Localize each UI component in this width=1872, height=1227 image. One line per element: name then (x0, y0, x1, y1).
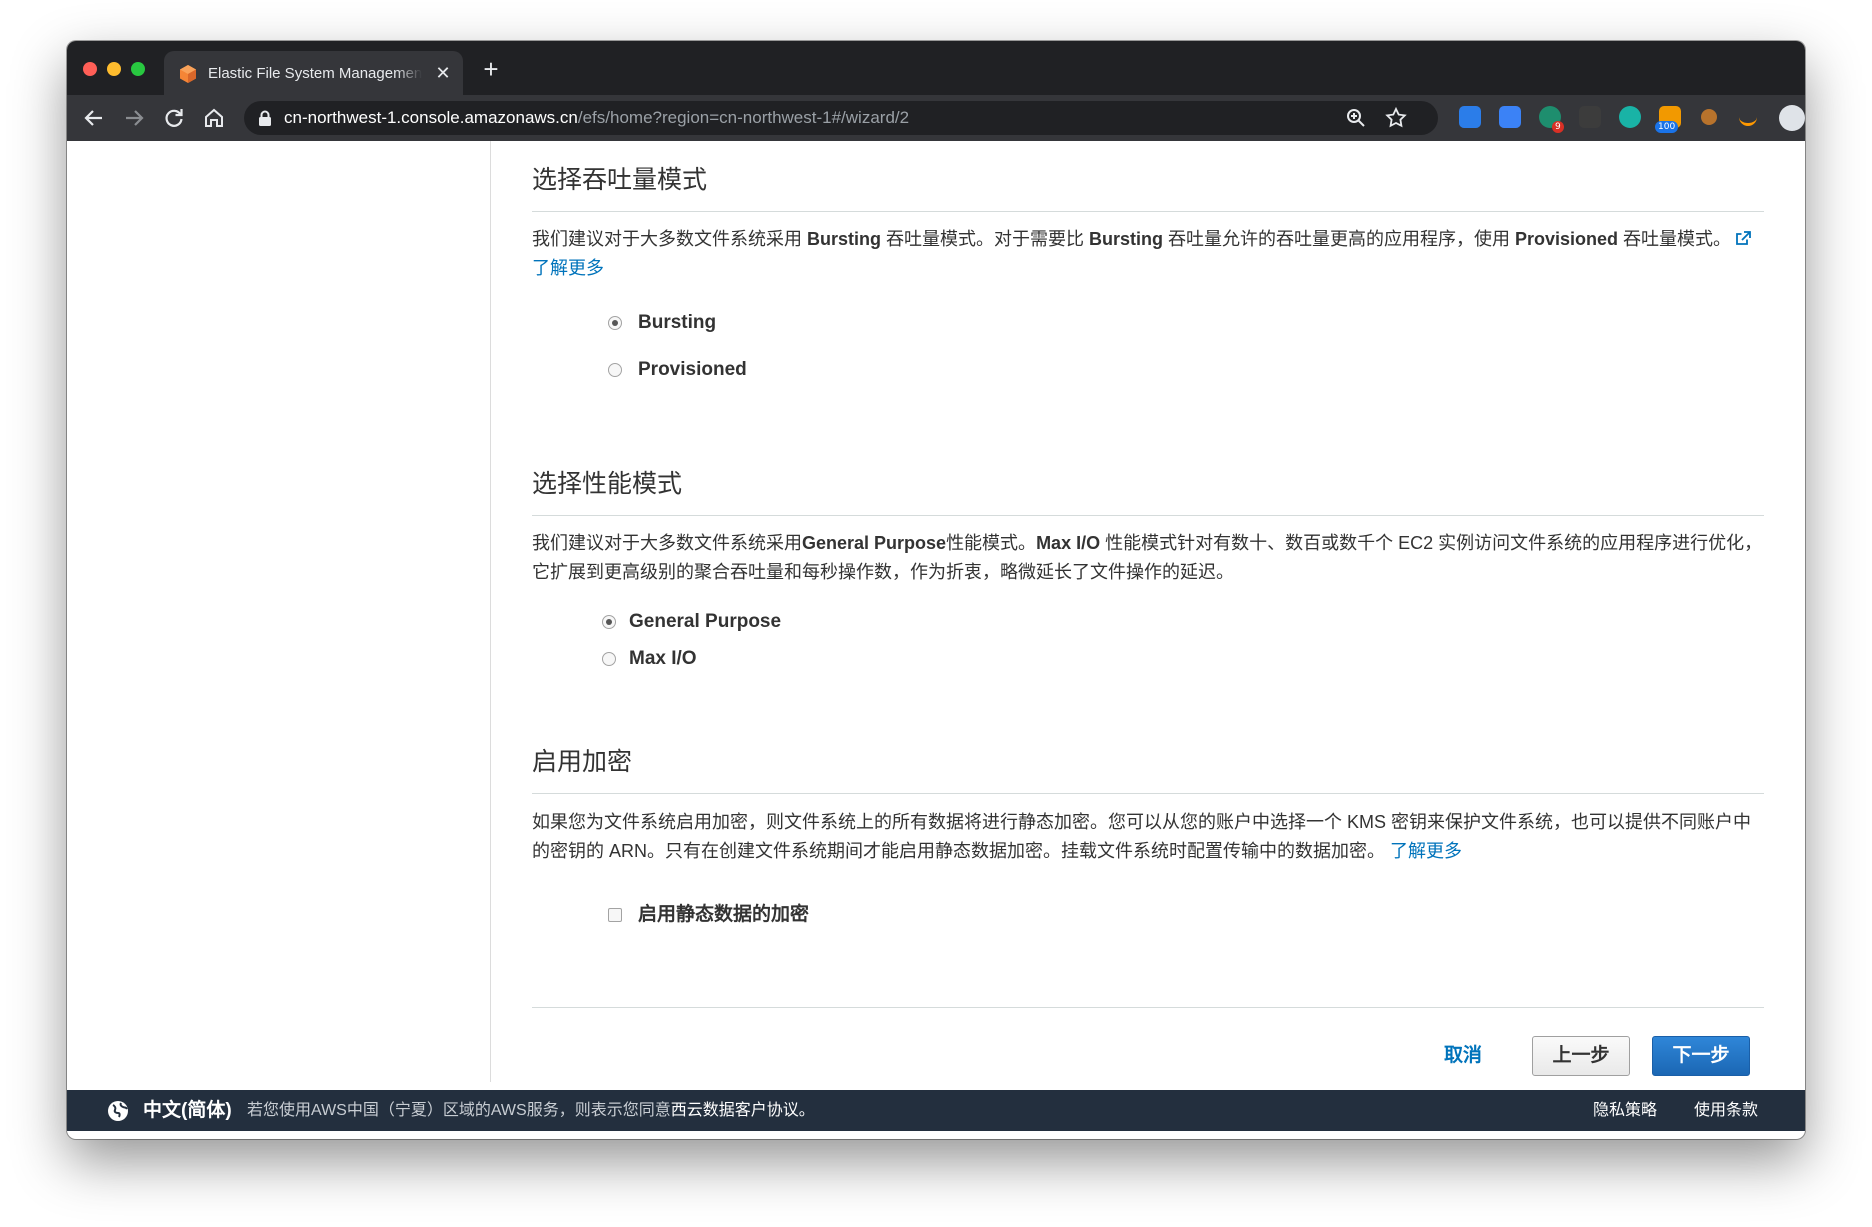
arrow-right-icon (126, 110, 144, 126)
cookie-extension-icon[interactable] (1701, 109, 1717, 125)
extension-badge: 9 (1552, 121, 1564, 133)
max-io-option-label[interactable]: Max I/O (629, 647, 697, 671)
browser-tab[interactable]: Elastic File System Management Console ✕ (164, 51, 463, 95)
performance-description: 我们建议对于大多数文件系统采用General Purpose性能模式。Max I… (532, 533, 1763, 582)
encryption-learn-more-link[interactable]: 了解更多 (1390, 841, 1462, 861)
tab-title: Elastic File System Management Console (208, 65, 422, 82)
next-button[interactable]: 下一步 (1652, 1036, 1750, 1076)
m-extension-icon[interactable] (1619, 106, 1641, 128)
provisioned-option-label[interactable]: Provisioned (638, 358, 747, 382)
back-button[interactable] (78, 102, 110, 134)
wizard-main: 选择吞吐量模式 我们建议对于大多数文件系统采用 Bursting 吞吐量模式。对… (532, 141, 1764, 1090)
window-close-button[interactable] (83, 62, 97, 76)
arrow-left-icon (84, 110, 102, 126)
profile-avatar[interactable] (1779, 105, 1805, 131)
reload-button[interactable] (158, 102, 190, 134)
region-notice: 若您使用AWS中国（宁夏）区域的AWS服务，则表示您同意西云数据客户协议。 (247, 1102, 815, 1119)
encryption-checkbox[interactable] (608, 908, 622, 922)
home-icon (205, 108, 223, 127)
bursting-option-label[interactable]: Bursting (638, 311, 716, 335)
globe-icon[interactable] (107, 1100, 129, 1122)
address-bar[interactable]: cn-northwest-1.console.amazonaws.cn/efs/… (244, 101, 1438, 135)
console-footer: 中文(简体) 若您使用AWS中国（宁夏）区域的AWS服务，则表示您同意西云数据客… (67, 1090, 1805, 1131)
previous-button[interactable]: 上一步 (1532, 1036, 1630, 1076)
performance-section-title: 选择性能模式 (532, 470, 683, 498)
aws-cube-icon (180, 65, 196, 83)
pencil-extension-icon[interactable] (1499, 106, 1521, 128)
browser-toolbar: cn-northwest-1.console.amazonaws.cn/efs/… (67, 95, 1805, 141)
wizard-footer-divider (532, 1007, 1764, 1008)
throughput-section-title: 选择吞吐量模式 (532, 166, 708, 194)
forward-button[interactable] (118, 102, 150, 134)
reader-extension-icon[interactable] (1579, 106, 1601, 128)
encryption-description: 如果您为文件系统启用加密，则文件系统上的所有数据将进行静态加密。您可以从您的账户… (532, 812, 1752, 861)
provisioned-radio[interactable] (608, 363, 622, 377)
extension-badge: 100 (1655, 121, 1679, 133)
tab-close-icon[interactable]: ✕ (432, 62, 454, 84)
throughput-description: 我们建议对于大多数文件系统采用 Bursting 吞吐量模式。对于需要比 Bur… (532, 225, 1764, 283)
customer-agreement-link[interactable]: 西云数据客户协议。 (671, 1102, 815, 1119)
lock-icon (259, 110, 271, 126)
section-divider (532, 211, 1764, 212)
privacy-policy-link[interactable]: 隐私策略 (1593, 1101, 1657, 1121)
language-selector[interactable]: 中文(简体) (143, 1099, 232, 1122)
reload-icon (165, 109, 183, 127)
home-button[interactable] (198, 102, 230, 134)
general-purpose-radio[interactable] (602, 615, 616, 629)
new-tab-button[interactable]: + (478, 56, 504, 83)
window-maximize-button[interactable] (131, 62, 145, 76)
section-divider (532, 793, 1764, 794)
sidebar-divider (490, 141, 491, 1082)
terms-of-use-link[interactable]: 使用条款 (1694, 1101, 1758, 1121)
url-text: cn-northwest-1.console.amazonaws.cn/efs/… (284, 108, 910, 127)
cancel-button[interactable]: 取消 (1444, 1044, 1482, 1068)
encryption-section-title: 启用加密 (532, 748, 633, 776)
bookmark-star-icon[interactable] (1384, 106, 1408, 130)
bursting-radio[interactable] (608, 316, 622, 330)
general-purpose-option-label[interactable]: General Purpose (629, 610, 781, 634)
max-io-radio[interactable] (602, 652, 616, 666)
zoom-icon[interactable] (1344, 106, 1368, 130)
page-content: 选择吞吐量模式 我们建议对于大多数文件系统采用 Bursting 吞吐量模式。对… (67, 141, 1805, 1090)
fi-extension-icon[interactable] (1459, 106, 1481, 128)
tab-strip: Elastic File System Management Console ✕… (67, 41, 1805, 95)
amazon-extension-icon[interactable] (1739, 115, 1757, 126)
encryption-checkbox-label[interactable]: 启用静态数据的加密 (638, 903, 809, 927)
section-divider (532, 515, 1764, 516)
external-link-icon (1736, 231, 1751, 245)
window-minimize-button[interactable] (107, 62, 121, 76)
browser-window: Elastic File System Management Console ✕… (67, 41, 1805, 1139)
